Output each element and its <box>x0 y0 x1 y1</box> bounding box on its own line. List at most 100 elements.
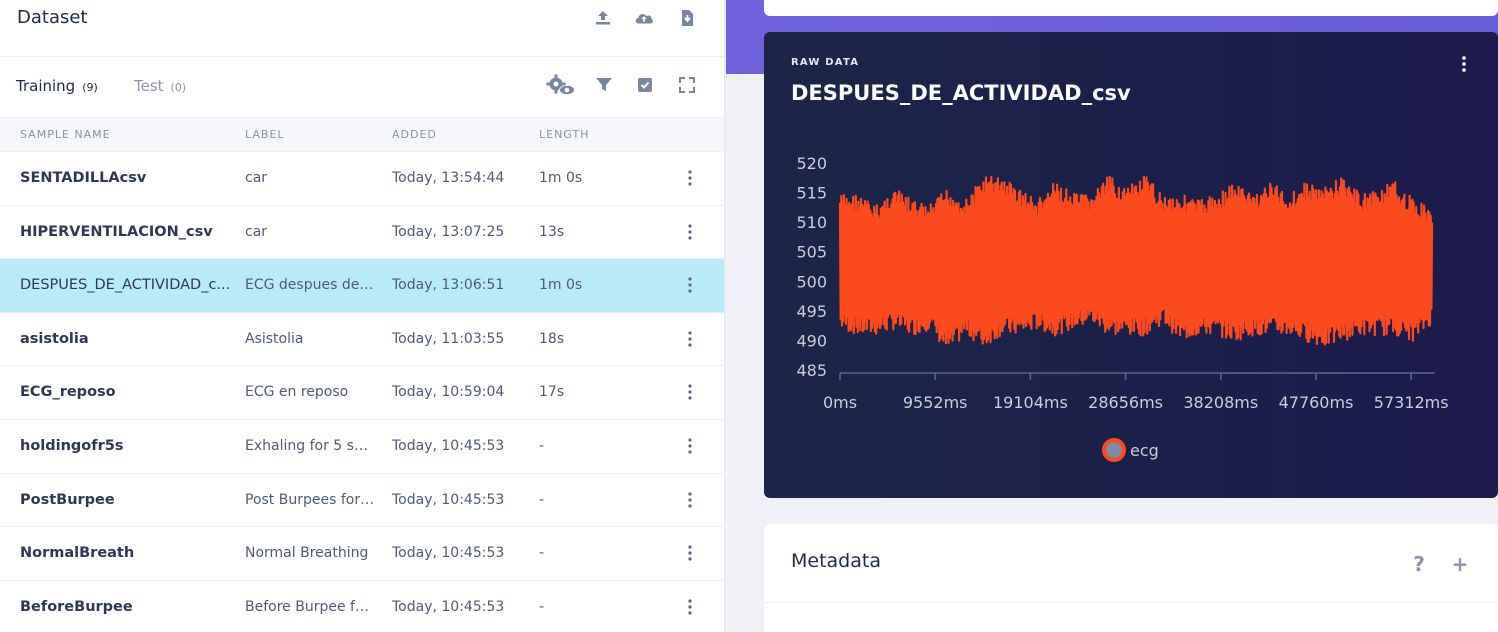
sample-name: asistolia <box>20 330 89 347</box>
ecg-chart: 520 515 510 505 500 495 490 485 0ms 9552ms 19104ms… <box>796 154 1449 412</box>
upload-icon[interactable] <box>593 8 613 28</box>
table-row[interactable]: holdingofr5s Exhaling for 5 sec... Today, … <box>0 420 724 474</box>
row-more-icon[interactable] <box>682 490 698 510</box>
sample-added: Today, 13:54:44 <box>392 170 505 186</box>
sample-length: - <box>539 491 545 508</box>
sample-name: SENTADILLAcsv <box>20 170 147 186</box>
row-more-icon[interactable] <box>682 329 698 349</box>
sample-name: holdingofr5s <box>20 437 124 454</box>
y-tick-label: 500 <box>796 272 827 291</box>
x-tick-label: 0ms <box>823 393 857 412</box>
row-more-icon[interactable] <box>682 436 698 456</box>
sample-label: car <box>245 223 268 240</box>
metadata-add-button[interactable]: + <box>1450 552 1470 576</box>
series-ecg-line <box>838 175 1434 346</box>
x-tick-label: 57312ms <box>1374 393 1449 412</box>
y-tick-label: 495 <box>796 302 827 321</box>
table-row[interactable]: PostBurpee Post Burpees for ... Today, 10:… <box>0 474 724 528</box>
tabs-row: Training (9) Test (0) <box>0 58 724 117</box>
table-row[interactable]: HIPERVENTILACION_csv car Today, 13:07:25 13… <box>0 206 724 260</box>
y-tick-label: 510 <box>796 213 827 232</box>
x-tick-label: 47760ms <box>1279 393 1354 412</box>
sample-name: PostBurpee <box>20 491 115 508</box>
sample-name: ECG_reposo <box>20 384 116 401</box>
sample-label: Post Burpees for ... <box>245 491 375 508</box>
metadata-title: Metadata <box>791 550 881 572</box>
sample-length: 17s <box>539 384 565 401</box>
sample-name: HIPERVENTILACION_csv <box>20 223 213 240</box>
sample-label: Before Burpee fo... <box>245 598 375 615</box>
col-added[interactable]: ADDED <box>392 128 437 141</box>
table-row[interactable]: DESPUES_DE_ACTIVIDAD_c... ECG despues de … <box>0 259 724 313</box>
row-more-icon[interactable] <box>682 168 698 188</box>
metadata-card: Metadata ? + <box>764 524 1498 632</box>
download-file-icon[interactable] <box>677 8 697 28</box>
sample-added: Today, 10:45:53 <box>392 437 505 454</box>
x-tick-label: 9552ms <box>903 393 968 412</box>
tab-test-count: (0) <box>170 81 187 94</box>
sample-added: Today, 10:45:53 <box>392 545 505 562</box>
col-sample-name[interactable]: SAMPLE NAME <box>20 128 111 141</box>
x-tick-label: 19104ms <box>993 393 1068 412</box>
row-more-icon[interactable] <box>682 543 698 563</box>
dataset-header: Dataset <box>0 0 724 57</box>
metadata-help-button[interactable]: ? <box>1409 552 1429 576</box>
sample-added: Today, 11:03:55 <box>392 330 505 347</box>
sample-label: Normal Breathing <box>245 545 369 562</box>
sample-length: 18s <box>539 330 565 347</box>
sample-name: DESPUES_DE_ACTIVIDAD_c... <box>20 277 231 294</box>
sample-label: ECG en reposo <box>245 384 349 401</box>
sample-length: - <box>539 437 545 454</box>
sample-length: 13s <box>539 223 565 240</box>
sample-length: - <box>539 545 545 562</box>
sample-length: 1m 0s <box>539 277 583 294</box>
row-more-icon[interactable] <box>682 382 698 402</box>
cloud-upload-icon[interactable] <box>634 8 654 28</box>
top-card <box>764 0 1498 16</box>
samples-table: SENTADILLAcsv car Today, 13:54:44 1m 0s HIPE… <box>0 152 724 632</box>
sample-name: BeforeBurpee <box>20 598 133 615</box>
dataset-title: Dataset <box>17 7 88 28</box>
sample-label: ECG despues de ... <box>245 277 375 294</box>
sample-added: Today, 10:45:53 <box>392 491 505 508</box>
table-row[interactable]: NormalBreath Normal Breathing Today, 10:45… <box>0 527 724 581</box>
tab-training-label: Training <box>16 77 76 95</box>
sample-added: Today, 13:07:25 <box>392 223 505 240</box>
fullscreen-icon[interactable] <box>676 74 698 96</box>
tab-test-label: Test <box>134 77 164 95</box>
table-row[interactable]: asistolia Asistolia Today, 11:03:55 18s <box>0 313 724 367</box>
legend-marker <box>1102 438 1126 462</box>
app: Dataset Training (9) Test (0) SAMPLE NAM… <box>0 0 1498 632</box>
checkbox-icon[interactable] <box>634 74 656 96</box>
chart-legend[interactable]: ecg <box>1102 438 1159 462</box>
y-tick-label: 520 <box>796 154 827 173</box>
y-tick-label: 490 <box>796 331 827 350</box>
sample-label: Exhaling for 5 sec... <box>245 437 375 454</box>
table-header: SAMPLE NAME LABEL ADDED LENGTH <box>0 117 724 152</box>
dataset-panel: Dataset Training (9) Test (0) SAMPLE NAM… <box>0 0 725 632</box>
raw-data-card: RAW DATA DESPUES_DE_ACTIVIDAD_csv 520 515… <box>764 32 1498 498</box>
y-tick-label: 485 <box>796 361 827 380</box>
sample-added: Today, 10:59:04 <box>392 384 505 401</box>
row-more-icon[interactable] <box>682 222 698 242</box>
sample-label: car <box>245 170 268 186</box>
row-more-icon[interactable] <box>682 597 698 617</box>
x-tick-label: 28656ms <box>1088 393 1163 412</box>
tab-training-count: (9) <box>82 81 98 94</box>
x-tick-label: 38208ms <box>1183 393 1258 412</box>
sample-added: Today, 10:45:53 <box>392 598 505 615</box>
settings-eye-icon[interactable] <box>546 74 578 96</box>
tab-training[interactable]: Training (9) <box>16 77 98 95</box>
row-more-icon[interactable] <box>682 275 698 295</box>
col-label[interactable]: LABEL <box>245 128 285 141</box>
col-length[interactable]: LENGTH <box>539 128 589 141</box>
metadata-divider <box>764 602 1498 603</box>
sample-added: Today, 13:06:51 <box>392 277 505 294</box>
tab-test[interactable]: Test (0) <box>134 77 186 95</box>
y-tick-label: 505 <box>796 243 827 262</box>
table-row[interactable]: ECG_reposo ECG en reposo Today, 10:59:04 17… <box>0 366 724 420</box>
table-row[interactable]: SENTADILLAcsv car Today, 13:54:44 1m 0s <box>0 152 724 206</box>
filter-icon[interactable] <box>593 74 615 96</box>
sample-name: NormalBreath <box>20 545 135 562</box>
table-row[interactable]: BeforeBurpee Before Burpee fo... Today, 10… <box>0 581 724 632</box>
